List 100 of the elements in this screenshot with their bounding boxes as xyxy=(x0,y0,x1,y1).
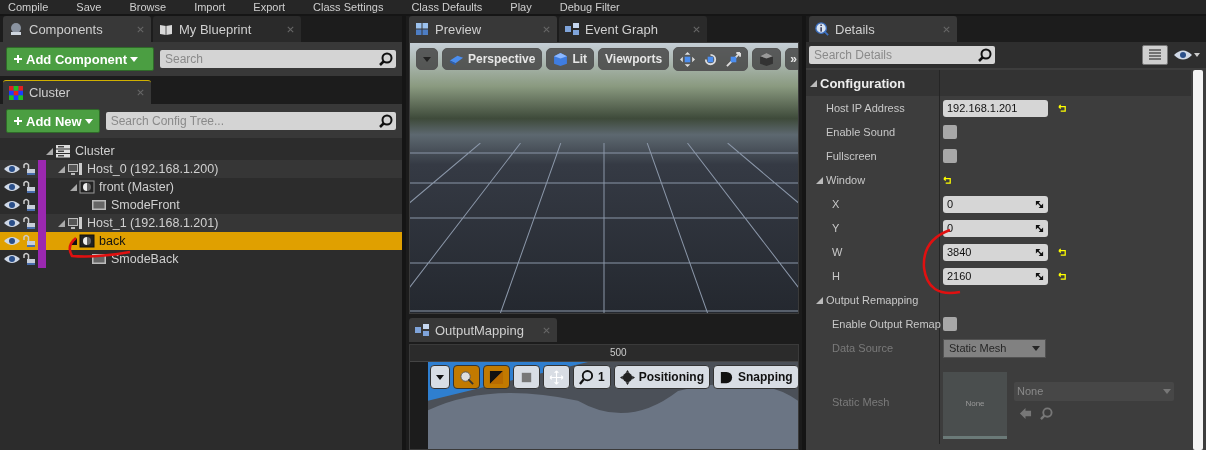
info-magnifier-icon xyxy=(815,22,829,36)
viewport-icon xyxy=(79,180,95,194)
expand-triangle-icon[interactable] xyxy=(810,79,817,87)
search-input[interactable]: Search Config Tree... xyxy=(110,114,379,128)
property-label: W xyxy=(832,246,843,258)
expand-triangle-icon[interactable] xyxy=(58,219,65,227)
left-arrow-icon[interactable] xyxy=(1019,406,1032,420)
color-button[interactable] xyxy=(483,365,510,389)
number-field[interactable]: 2160 xyxy=(943,267,1048,285)
panel-tab[interactable]: Preview xyxy=(409,16,557,42)
toolbar-button[interactable]: Play xyxy=(510,1,532,13)
eye-icon[interactable] xyxy=(1174,49,1200,61)
search-field[interactable]: Search Details xyxy=(809,46,995,64)
search-field[interactable]: Search Config Tree... xyxy=(105,112,396,130)
caret-icon xyxy=(436,374,444,380)
cube-icon xyxy=(553,51,569,67)
zoom-help-button[interactable] xyxy=(453,365,480,389)
panel-tab[interactable]: Event Graph xyxy=(559,16,707,42)
expand-triangle-icon[interactable] xyxy=(58,165,65,173)
viewport-menu-button[interactable] xyxy=(416,48,438,70)
tree-item[interactable]: Cluster xyxy=(0,142,402,160)
panel-tab[interactable]: Components xyxy=(3,16,151,42)
plus-icon xyxy=(13,116,23,126)
number-field[interactable]: 3840 xyxy=(943,243,1048,261)
toolbar-button[interactable]: Class Settings xyxy=(313,1,384,13)
ruler-label: 500 xyxy=(610,347,627,358)
square-button[interactable] xyxy=(513,365,540,389)
menu-button[interactable] xyxy=(430,365,450,389)
search-icon[interactable] xyxy=(1040,406,1053,420)
viewports-button[interactable]: Viewports xyxy=(598,48,670,70)
list-view-button[interactable] xyxy=(1142,45,1168,65)
fit-button[interactable] xyxy=(543,365,570,389)
panel-tab[interactable]: OutputMapping xyxy=(409,318,557,342)
eye-icon[interactable] xyxy=(4,236,20,246)
list-icon xyxy=(1148,48,1162,62)
drag-handle-icon[interactable] xyxy=(1035,223,1044,233)
zoom-button[interactable]: 1 xyxy=(573,365,611,389)
toolbar-button[interactable]: Export xyxy=(253,1,286,13)
drag-handle-icon[interactable] xyxy=(1035,199,1044,209)
reset-arrow-icon[interactable] xyxy=(1058,271,1067,281)
camera-button[interactable] xyxy=(752,48,782,70)
magnifier-icon xyxy=(459,369,474,385)
positioning-button[interactable]: Positioning xyxy=(613,365,710,389)
view-mode-button[interactable]: Lit xyxy=(546,48,595,70)
scrollbar[interactable] xyxy=(1193,70,1203,450)
reset-arrow-icon[interactable] xyxy=(943,175,952,185)
search-input[interactable]: Search xyxy=(165,52,379,66)
toolbar-button[interactable]: Class Defaults xyxy=(411,1,483,13)
perspective-button[interactable]: Perspective xyxy=(442,48,543,70)
padlock-icon[interactable] xyxy=(22,162,36,176)
eye-icon[interactable] xyxy=(4,218,20,228)
expand-triangle-icon[interactable] xyxy=(70,183,77,191)
toolbar-button[interactable]: Import xyxy=(194,1,226,13)
tree-item[interactable]: SmodeBack xyxy=(0,250,402,268)
expand-triangle-icon[interactable] xyxy=(70,237,77,245)
move-icon[interactable] xyxy=(680,51,696,67)
drag-handle-icon[interactable] xyxy=(1035,247,1044,257)
expand-triangle-icon[interactable] xyxy=(816,296,823,304)
checkbox[interactable] xyxy=(943,317,957,331)
eye-icon[interactable] xyxy=(4,254,20,264)
scale-icon[interactable] xyxy=(726,51,742,67)
toolbar-button[interactable]: Compile xyxy=(8,1,49,13)
tree-item[interactable]: front (Master) xyxy=(0,178,402,196)
eye-icon[interactable] xyxy=(4,164,20,174)
padlock-icon[interactable] xyxy=(22,216,36,230)
caret-icon xyxy=(130,56,139,62)
toolbar-button[interactable]: Debug Filter xyxy=(559,1,620,13)
expand-triangle-icon[interactable] xyxy=(46,147,53,155)
snapping-button[interactable]: Snapping xyxy=(713,365,798,389)
toolbar-button[interactable]: Browse xyxy=(129,1,167,13)
eye-icon[interactable] xyxy=(4,200,20,210)
reset-arrow-icon[interactable] xyxy=(1058,103,1067,113)
drag-handle-icon[interactable] xyxy=(1035,271,1044,281)
tree-item[interactable]: back xyxy=(0,232,402,250)
close-icon[interactable] xyxy=(692,24,701,34)
toolbar-button[interactable]: Save xyxy=(76,1,102,13)
number-field[interactable]: 0 xyxy=(943,195,1048,213)
checkbox[interactable] xyxy=(943,125,957,139)
text-field[interactable]: 192.168.1.201 xyxy=(943,99,1048,117)
search-field[interactable]: Search xyxy=(160,50,396,68)
tree-item[interactable]: SmodeFront xyxy=(0,196,402,214)
rotate-icon[interactable] xyxy=(703,51,719,67)
tree-item[interactable]: Host_0 (192.168.1.200) xyxy=(0,160,402,178)
padlock-icon[interactable] xyxy=(22,198,36,212)
overflow-button[interactable]: » xyxy=(785,48,798,70)
screen-icon xyxy=(91,198,107,212)
expand-triangle-icon[interactable] xyxy=(816,176,823,184)
panel-tab[interactable]: My Blueprint xyxy=(153,16,301,42)
checker-icon xyxy=(9,85,23,100)
close-icon[interactable] xyxy=(286,24,295,34)
search-icon xyxy=(579,369,594,385)
panel-tab[interactable]: Details xyxy=(809,16,957,42)
padlock-icon[interactable] xyxy=(22,180,36,194)
reset-arrow-icon[interactable] xyxy=(1058,247,1067,257)
panel-tab[interactable]: Cluster xyxy=(3,80,151,104)
checkbox[interactable] xyxy=(943,149,957,163)
eye-icon[interactable] xyxy=(4,182,20,192)
caret-icon xyxy=(1163,388,1171,394)
tree-item[interactable]: Host_1 (192.168.1.201) xyxy=(0,214,402,232)
padlock-icon[interactable] xyxy=(22,252,36,266)
